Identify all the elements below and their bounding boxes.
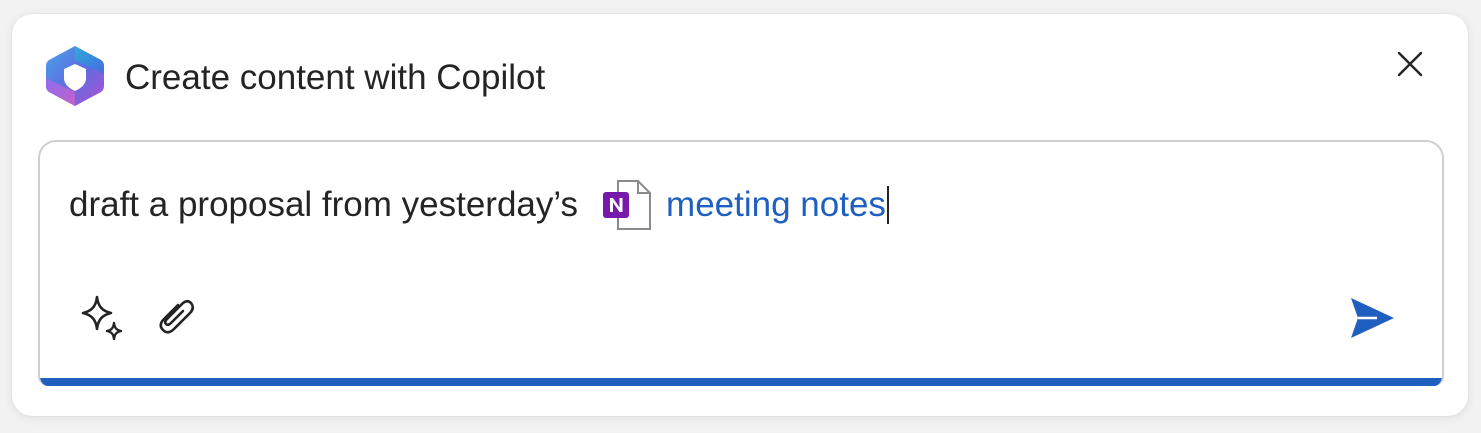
file-reference-chip[interactable]: meeting notes: [600, 178, 886, 232]
text-caret: [886, 186, 889, 224]
paperclip-icon[interactable]: [150, 292, 200, 342]
sparkle-icon[interactable]: [77, 293, 127, 343]
prompt-composer[interactable]: draft a proposal from yesterday’s meetin…: [38, 140, 1444, 386]
prompt-text: draft a proposal from yesterday’s: [69, 185, 579, 224]
onenote-icon: [603, 180, 652, 230]
copilot-logo: [46, 46, 104, 106]
dialog-title: Create content with Copilot: [125, 58, 546, 97]
close-icon[interactable]: [1390, 44, 1430, 84]
prompt-input[interactable]: draft a proposal from yesterday’s meetin…: [69, 178, 889, 232]
copilot-dialog: Create content with Copilot draft a prop…: [12, 14, 1468, 416]
meeting-notes-link[interactable]: meeting notes: [666, 183, 886, 227]
composer-focus-underline: [40, 378, 1442, 386]
send-icon[interactable]: [1347, 295, 1397, 341]
